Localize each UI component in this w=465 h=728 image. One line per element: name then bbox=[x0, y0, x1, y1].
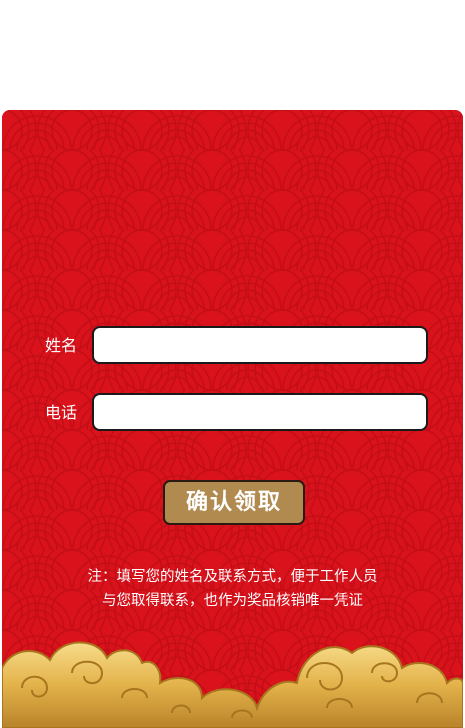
phone-input[interactable] bbox=[92, 393, 428, 431]
note-line-1: 注：填写您的姓名及联系方式，便于工作人员 bbox=[87, 569, 378, 585]
prize-claim-card: 姓名 电话 确认领取 注：填写您的姓名及联系方式，便于工作人员 与您取得联系，也… bbox=[2, 110, 463, 728]
page: 姓名 电话 确认领取 注：填写您的姓名及联系方式，便于工作人员 与您取得联系，也… bbox=[0, 0, 465, 728]
name-row: 姓名 bbox=[2, 326, 463, 366]
name-input[interactable] bbox=[92, 326, 428, 364]
note-text: 注：填写您的姓名及联系方式，便于工作人员 与您取得联系，也作为奖品核销唯一凭证 bbox=[2, 565, 463, 613]
confirm-claim-button[interactable]: 确认领取 bbox=[163, 480, 305, 525]
name-label: 姓名 bbox=[45, 336, 78, 355]
auspicious-clouds-icon bbox=[2, 641, 463, 728]
phone-row: 电话 bbox=[2, 393, 463, 433]
phone-label: 电话 bbox=[45, 403, 78, 422]
note-line-2: 与您取得联系，也作为奖品核销唯一凭证 bbox=[102, 593, 363, 609]
